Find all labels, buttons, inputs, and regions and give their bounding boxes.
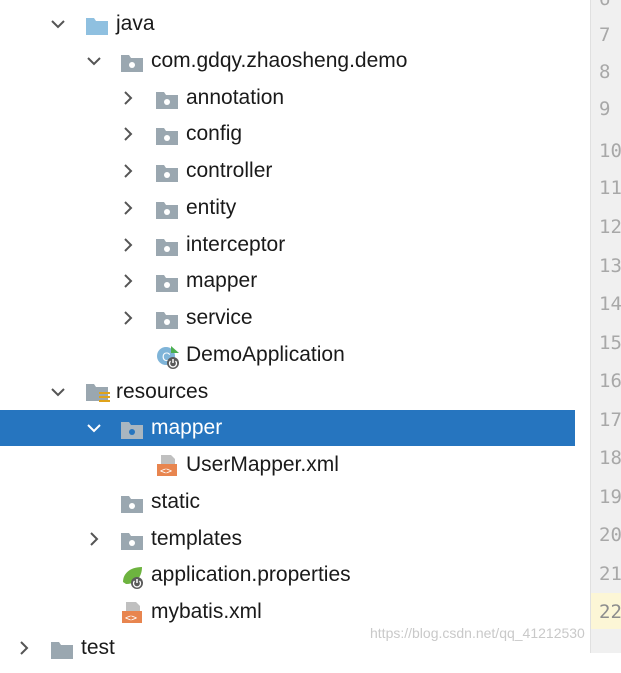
spring-boot-class-icon: C: [155, 344, 179, 369]
tree-item-label: application.properties: [151, 563, 351, 586]
tree-item-user-mapper-xml[interactable]: <> UserMapper.xml: [0, 447, 590, 483]
chevron-right-icon[interactable]: [118, 300, 138, 336]
tree-item-controller[interactable]: controller: [0, 153, 590, 189]
package-icon: [155, 270, 179, 292]
tree-item-config[interactable]: config: [0, 116, 590, 152]
tree-item-label: resources: [116, 380, 209, 403]
line-number: 6: [599, 0, 610, 10]
tree-item-interceptor[interactable]: interceptor: [0, 227, 590, 263]
line-number-current: 22: [599, 601, 621, 623]
resources-folder-icon: [85, 381, 110, 403]
tree-item-resources-mapper[interactable]: mapper: [0, 410, 590, 446]
spring-properties-icon: [120, 564, 144, 589]
tree-item-resources[interactable]: resources: [0, 374, 590, 410]
line-number: 21: [599, 563, 621, 585]
package-icon: [155, 234, 179, 256]
tree-item-label: UserMapper.xml: [186, 453, 339, 476]
svg-text:<>: <>: [125, 613, 137, 624]
tree-item-annotation[interactable]: annotation: [0, 80, 590, 116]
tree-item-service[interactable]: service: [0, 300, 590, 336]
line-number-gutter: 6 7 8 9 10 11 12 13 14 15 16 17 18 19 20…: [590, 0, 621, 653]
watermark: https://blog.csdn.net/qq_41212530: [370, 625, 585, 641]
tree-item-label: templates: [151, 527, 243, 550]
chevron-down-icon[interactable]: [48, 6, 68, 42]
tree-item-application-properties[interactable]: application.properties: [0, 557, 590, 593]
package-icon: [155, 197, 179, 219]
tree-item-static[interactable]: static: [0, 484, 590, 520]
tree-item-label: mapper: [151, 416, 223, 439]
tree-item-java[interactable]: java: [0, 6, 590, 42]
tree-item-label: java: [116, 12, 155, 35]
project-tree: java com.gdqy.zhaosheng.demo annotation …: [0, 0, 590, 659]
package-icon: [155, 123, 179, 145]
line-number: 8: [599, 61, 611, 83]
line-number: 11: [599, 177, 621, 199]
folder-icon: [50, 637, 74, 659]
folder-icon: [120, 528, 144, 550]
chevron-right-icon[interactable]: [118, 190, 138, 226]
tree-item-label: com.gdqy.zhaosheng.demo: [151, 49, 408, 72]
line-number: 7: [599, 24, 611, 46]
line-number: 15: [599, 332, 621, 354]
line-number: 20: [599, 524, 621, 546]
tree-item-label: config: [186, 122, 243, 145]
chevron-down-icon[interactable]: [84, 410, 104, 446]
tree-item-entity[interactable]: entity: [0, 190, 590, 226]
chevron-right-icon[interactable]: [118, 227, 138, 263]
tree-item-label: interceptor: [186, 233, 286, 256]
folder-icon: [120, 417, 144, 439]
tree-item-mapper[interactable]: mapper: [0, 263, 590, 299]
tree-item-label: mapper: [186, 269, 258, 292]
scrollbar[interactable]: [575, 0, 590, 653]
chevron-right-icon[interactable]: [14, 630, 34, 666]
line-number: 16: [599, 370, 621, 392]
tree-item-label: DemoApplication: [186, 343, 345, 366]
line-number: 18: [599, 447, 621, 469]
line-number: 14: [599, 293, 621, 315]
line-number: 17: [599, 409, 621, 431]
tree-item-label: test: [81, 636, 115, 659]
folder-icon: [120, 491, 144, 513]
tree-item-templates[interactable]: templates: [0, 521, 590, 557]
chevron-right-icon[interactable]: [118, 263, 138, 299]
line-number: 12: [599, 216, 621, 238]
line-number: 10: [599, 140, 621, 162]
xml-file-icon: <>: [155, 454, 179, 477]
tree-item-label: static: [151, 490, 201, 513]
line-number: 19: [599, 486, 621, 508]
tree-item-package[interactable]: com.gdqy.zhaosheng.demo: [0, 43, 590, 79]
tree-item-label: service: [186, 306, 253, 329]
line-number: 13: [599, 255, 621, 277]
chevron-right-icon[interactable]: [118, 153, 138, 189]
tree-item-label: mybatis.xml: [151, 600, 262, 623]
chevron-right-icon[interactable]: [118, 80, 138, 116]
package-icon: [155, 160, 179, 182]
chevron-right-icon[interactable]: [84, 521, 104, 557]
chevron-down-icon[interactable]: [48, 374, 68, 410]
package-icon: [155, 307, 179, 329]
svg-text:<>: <>: [160, 466, 172, 477]
package-icon: [155, 87, 179, 109]
tree-item-label: controller: [186, 159, 273, 182]
tree-item-demo-application[interactable]: C DemoApplication: [0, 337, 590, 373]
chevron-right-icon[interactable]: [118, 116, 138, 152]
tree-item-label: entity: [186, 196, 237, 219]
tree-item-label: annotation: [186, 86, 285, 109]
folder-icon: [85, 13, 109, 35]
package-icon: [120, 50, 144, 72]
xml-file-icon: <>: [120, 601, 144, 624]
line-number: 9: [599, 98, 611, 120]
chevron-down-icon[interactable]: [84, 43, 104, 79]
